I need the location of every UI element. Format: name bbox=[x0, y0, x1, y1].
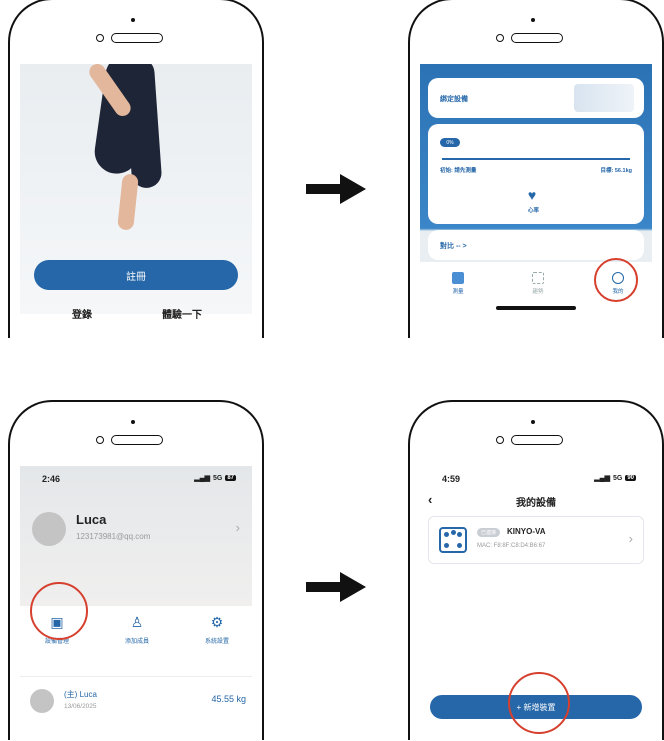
highlight-circle bbox=[508, 672, 570, 734]
highlight-circle bbox=[594, 258, 638, 302]
member-name: (主) Luca bbox=[64, 690, 97, 699]
highlight-circle bbox=[30, 582, 88, 640]
phone-notch bbox=[476, 16, 596, 50]
trend-icon bbox=[532, 272, 544, 284]
welcome-screen: 註冊 登錄 體驗一下 bbox=[20, 64, 252, 338]
try-link[interactable]: 體驗一下 bbox=[162, 306, 202, 321]
user-name: Luca bbox=[76, 512, 107, 527]
register-button[interactable]: 註冊 bbox=[34, 260, 238, 290]
status-bar: 2:46 ▂▄▆ 5G 87 bbox=[42, 474, 236, 484]
home-indicator bbox=[496, 306, 576, 310]
member-row[interactable]: (主) Luca 13/06/2025 45.55 kg bbox=[20, 676, 252, 732]
heart-rate-icon[interactable]: ♥ bbox=[524, 188, 540, 202]
member-weight: 45.55 kg bbox=[211, 694, 246, 704]
chevron-right-icon: › bbox=[628, 531, 633, 546]
clock: 4:59 bbox=[442, 474, 461, 484]
devices-illustration bbox=[574, 84, 634, 112]
home-screen: 綁定設備 0% 初始: 請先測量 目標: 56.1kg ♥ 心率 對比 -- >… bbox=[420, 64, 652, 338]
bind-device-card[interactable]: 綁定設備 bbox=[428, 78, 644, 118]
start-label: 初始: 請先測量 bbox=[440, 168, 477, 174]
target-label: 目標: 56.1kg bbox=[600, 168, 632, 174]
signal-icon: ▂▄▆ bbox=[194, 475, 210, 482]
measure-icon bbox=[452, 272, 464, 284]
device-card[interactable]: 已連接 KINYO-VA MAC: F8:8F:C8:D4:B6:67 › bbox=[428, 516, 644, 564]
clock: 2:46 bbox=[42, 474, 61, 484]
phone-step-2: 綁定設備 0% 初始: 請先測量 目標: 56.1kg ♥ 心率 對比 -- >… bbox=[408, 0, 664, 338]
phone-step-1: 註冊 登錄 體驗一下 bbox=[8, 0, 264, 338]
status-badge: 已連接 bbox=[477, 528, 501, 537]
battery-icon: 87 bbox=[225, 475, 236, 481]
tab-trend[interactable]: 趨勢 bbox=[518, 272, 558, 295]
phone-notch bbox=[76, 16, 196, 50]
phone-notch bbox=[476, 418, 596, 452]
phone-step-3: 2:46 ▂▄▆ 5G 87 Luca 123173981@qq.com › ▣ 設備… bbox=[8, 400, 264, 740]
avatar bbox=[32, 512, 66, 546]
progress-bar bbox=[442, 158, 630, 160]
member-avatar bbox=[30, 689, 54, 713]
battery-icon: 90 bbox=[625, 475, 636, 481]
compare-label: 對比 -- > bbox=[440, 243, 467, 250]
compare-card[interactable]: 對比 -- > bbox=[428, 230, 644, 260]
scale-icon bbox=[439, 527, 467, 553]
weight-card: 0% 初始: 請先測量 目標: 56.1kg ♥ 心率 bbox=[428, 124, 644, 224]
user-email: 123173981@qq.com bbox=[76, 532, 151, 541]
device-mac: MAC: F8:8F:C8:D4:B6:67 bbox=[477, 543, 546, 549]
phone-notch bbox=[76, 418, 196, 452]
progress-badge: 0% bbox=[440, 138, 460, 147]
system-settings-button[interactable]: ⚙ 系統設置 bbox=[182, 614, 252, 645]
status-bar: 4:59 ▂▄▆ 5G 90 bbox=[442, 474, 636, 484]
arrow-right-icon bbox=[306, 174, 366, 204]
add-member-button[interactable]: ♙ 添加成員 bbox=[102, 614, 172, 645]
bind-device-label: 綁定設備 bbox=[440, 96, 468, 103]
chevron-right-icon: › bbox=[235, 520, 240, 535]
add-member-icon: ♙ bbox=[130, 614, 144, 630]
member-date: 13/06/2025 bbox=[64, 703, 97, 710]
signal-icon: ▂▄▆ bbox=[594, 475, 610, 482]
tab-measure[interactable]: 測量 bbox=[438, 272, 478, 295]
phone-step-4: 4:59 ▂▄▆ 5G 90 ‹ 我的設備 已連接 KINYO-VA MAC: F8… bbox=[408, 400, 664, 740]
my-devices-screen: 4:59 ▂▄▆ 5G 90 ‹ 我的設備 已連接 KINYO-VA MAC: F8… bbox=[420, 466, 652, 740]
page-title: 我的設備 bbox=[516, 498, 556, 509]
device-name: KINYO-VA bbox=[507, 527, 546, 536]
gear-icon: ⚙ bbox=[210, 614, 224, 630]
arrow-right-icon bbox=[306, 572, 366, 602]
profile-screen: 2:46 ▂▄▆ 5G 87 Luca 123173981@qq.com › ▣ 設備… bbox=[20, 466, 252, 740]
heart-rate-label: 心率 bbox=[528, 208, 540, 214]
login-link[interactable]: 登錄 bbox=[72, 306, 92, 321]
